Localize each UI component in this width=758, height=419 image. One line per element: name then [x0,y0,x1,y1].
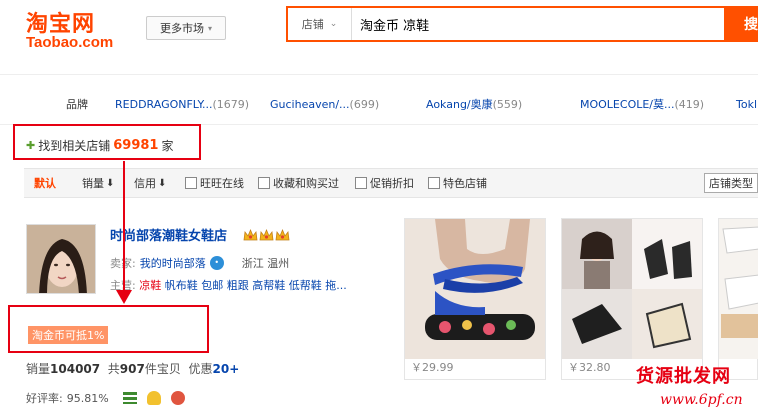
product-image[interactable] [405,219,545,359]
product-price: ￥32.80 [568,361,611,374]
watermark-url: www.6pf.cn [660,392,743,408]
product-card[interactable] [718,218,758,380]
watermark-text: 货源批发网 [636,366,731,387]
items-value: 907 [119,362,145,376]
sales-value: 104007 [50,362,101,376]
product-image[interactable] [562,219,702,359]
product-price: ￥29.99 [411,361,454,374]
product-card[interactable]: ￥29.99 [404,218,546,380]
flower-icon[interactable] [170,391,185,405]
shop-stats: 销量104007 共907件宝贝 优惠20+ [26,362,240,376]
list-icon[interactable] [122,392,137,404]
bell-icon[interactable] [146,391,161,405]
coupon-value[interactable]: 20+ [213,362,240,376]
product-card[interactable]: ￥32.80 [561,218,703,380]
rating-value: 95.81% [66,391,109,405]
shop-rating: 好评率: 95.81% [26,390,185,406]
product-image[interactable] [719,219,758,359]
